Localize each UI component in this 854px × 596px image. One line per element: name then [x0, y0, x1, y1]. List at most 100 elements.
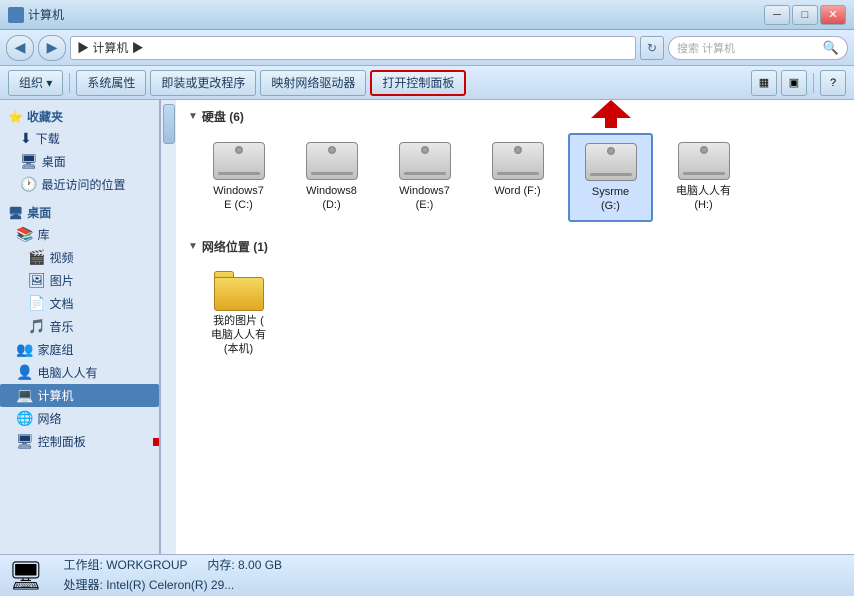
drive-g-label: Sysrme (G:): [592, 185, 629, 214]
drive-h-label: 电脑人人有 (H:): [676, 184, 731, 213]
toolbar-separator: [69, 73, 70, 93]
titlebar-left: 计算机: [8, 6, 64, 23]
network-icon: 🌐: [16, 410, 33, 427]
left-arrow-indicator: [139, 431, 160, 453]
help-button[interactable]: ?: [820, 70, 846, 96]
organize-button[interactable]: 组织 ▾: [8, 70, 63, 96]
titlebar: 计算机 ─ □ ✕: [0, 0, 854, 30]
network-item-1-label: 我的图片 ( 电脑人人有 (本机): [211, 314, 266, 357]
system-props-button[interactable]: 系统属性: [76, 70, 146, 96]
sidebar-item-video[interactable]: 🎬 视频: [0, 246, 159, 269]
drive-e-label: Windows7 (E:): [399, 184, 450, 213]
folder-icon-wrap: [213, 270, 265, 312]
main-area: ⭐ 收藏夹 ⬇ 下载 🖥 桌面 🕐 最近访问的位置: [0, 100, 854, 554]
controlpanel-icon: 🖥: [16, 433, 34, 450]
documents-icon: 📄: [28, 295, 45, 312]
everyone-icon: 👤: [16, 364, 33, 381]
address-bar: ◀ ▶ ▶ 计算机 ▶ ↻ 搜索 计算机 🔍: [0, 30, 854, 66]
view-button-1[interactable]: ▦: [751, 70, 777, 96]
drive-c-label: Windows7 E (C:): [213, 184, 264, 213]
sidebar-item-homegroup[interactable]: 👥 家庭组: [0, 338, 159, 361]
content-area: 硬盘 (6) Windows7 E (C:) Windows8 (D:): [176, 100, 854, 554]
forward-button[interactable]: ▶: [38, 35, 66, 61]
network-grid: 我的图片 ( 电脑人人有 (本机): [188, 263, 842, 364]
sidebar-item-photos[interactable]: 🖼 图片: [0, 269, 159, 292]
drive-g[interactable]: Sysrme (G:): [568, 133, 653, 222]
drive-c[interactable]: Windows7 E (C:): [196, 133, 281, 222]
network-header: 网络位置 (1): [188, 238, 842, 255]
back-icon: ◀: [15, 39, 26, 56]
computer-icon: 💻: [16, 387, 33, 404]
sidebar-item-controlpanel[interactable]: 🖥 控制面板: [0, 430, 159, 453]
drive-g-icon: [585, 141, 637, 183]
sidebar-item-library[interactable]: 📚 库: [0, 223, 159, 246]
sidebar-item-computer[interactable]: 💻 计算机: [0, 384, 159, 407]
search-box[interactable]: 搜索 计算机 🔍: [668, 36, 848, 60]
favorites-header: ⭐ 收藏夹: [0, 104, 159, 127]
processor-label: 处理器: Intel(R) Celeron(R) 29...: [64, 576, 283, 595]
back-button[interactable]: ◀: [6, 35, 34, 61]
recent-icon: 🕐: [20, 176, 37, 193]
sidebar-item-music[interactable]: 🎵 音乐: [0, 315, 159, 338]
window-icon: [8, 7, 24, 23]
sidebar-wrapper: ⭐ 收藏夹 ⬇ 下载 🖥 桌面 🕐 最近访问的位置: [0, 100, 176, 554]
search-icon: 🔍: [823, 40, 839, 56]
sidebar-item-everyone[interactable]: 👤 电脑人人有: [0, 361, 159, 384]
drive-c-icon: [213, 140, 265, 182]
refresh-button[interactable]: ↻: [640, 36, 664, 60]
up-arrow-indicator: [591, 100, 631, 130]
homegroup-icon: 👥: [16, 341, 33, 358]
uninstall-button[interactable]: 即装或更改程序: [150, 70, 256, 96]
drive-f-icon: [492, 140, 544, 182]
maximize-button[interactable]: □: [792, 5, 818, 25]
workgroup-label: 工作组: WORKGROUP 内存: 8.00 GB: [64, 556, 283, 575]
computer-status-icon: 🖥: [8, 559, 44, 592]
address-path[interactable]: ▶ 计算机 ▶: [70, 36, 636, 60]
downloads-icon: ⬇: [20, 130, 32, 147]
desktop-header: 🖥 桌面: [0, 200, 159, 223]
toolbar-right: ▦ ▣ ?: [751, 70, 846, 96]
search-placeholder: 搜索 计算机: [677, 40, 735, 56]
drive-d[interactable]: Windows8 (D:): [289, 133, 374, 222]
video-icon: 🎬: [28, 249, 45, 266]
hard-disks-grid: Windows7 E (C:) Windows8 (D:) Windows7 (…: [188, 133, 842, 222]
toolbar: 组织 ▾ 系统属性 即装或更改程序 映射网络驱动器 打开控制面板 ▦ ▣ ?: [0, 66, 854, 100]
window-title: 计算机: [28, 6, 64, 23]
desktop-section: 🖥 桌面 📚 库 🎬 视频 🖼 图片 📄 文档: [0, 200, 159, 453]
open-control-panel-button[interactable]: 打开控制面板: [370, 70, 466, 96]
statusbar: 🖥 工作组: WORKGROUP 内存: 8.00 GB 处理器: Intel(…: [0, 554, 854, 596]
drive-h[interactable]: 电脑人人有 (H:): [661, 133, 746, 222]
view-button-2[interactable]: ▣: [781, 70, 807, 96]
map-drive-button[interactable]: 映射网络驱动器: [260, 70, 366, 96]
sidebar-item-documents[interactable]: 📄 文档: [0, 292, 159, 315]
hard-disks-header: 硬盘 (6): [188, 108, 842, 125]
favorites-section: ⭐ 收藏夹 ⬇ 下载 🖥 桌面 🕐 最近访问的位置: [0, 104, 159, 196]
drive-f-label: Word (F:): [494, 184, 540, 198]
sidebar-scrollbar[interactable]: [160, 100, 176, 554]
content-wrapper: 硬盘 (6) Windows7 E (C:) Windows8 (D:): [176, 100, 854, 554]
drive-d-label: Windows8 (D:): [306, 184, 357, 213]
close-button[interactable]: ✕: [820, 5, 846, 25]
drive-e-icon: [399, 140, 451, 182]
photos-icon: 🖼: [28, 272, 46, 289]
toolbar-separator-2: [813, 73, 814, 93]
drive-d-icon: [306, 140, 358, 182]
star-icon: ⭐: [8, 110, 23, 124]
drive-f[interactable]: Word (F:): [475, 133, 560, 222]
desktop-header-icon: 🖥: [8, 206, 23, 220]
sidebar-item-network[interactable]: 🌐 网络: [0, 407, 159, 430]
titlebar-controls: ─ □ ✕: [764, 5, 846, 25]
folder-shape: [214, 271, 264, 311]
network-item-1[interactable]: 我的图片 ( 电脑人人有 (本机): [196, 263, 281, 364]
forward-icon: ▶: [47, 39, 58, 56]
drive-e[interactable]: Windows7 (E:): [382, 133, 467, 222]
minimize-button[interactable]: ─: [764, 5, 790, 25]
desktop-fav-icon: 🖥: [20, 153, 38, 170]
drive-h-icon: [678, 140, 730, 182]
library-icon: 📚: [16, 226, 33, 243]
sidebar: ⭐ 收藏夹 ⬇ 下载 🖥 桌面 🕐 最近访问的位置: [0, 100, 160, 554]
sidebar-item-recent[interactable]: 🕐 最近访问的位置: [0, 173, 159, 196]
sidebar-item-downloads[interactable]: ⬇ 下载: [0, 127, 159, 150]
scrollbar-thumb[interactable]: [163, 104, 175, 144]
sidebar-item-desktop-fav[interactable]: 🖥 桌面: [0, 150, 159, 173]
